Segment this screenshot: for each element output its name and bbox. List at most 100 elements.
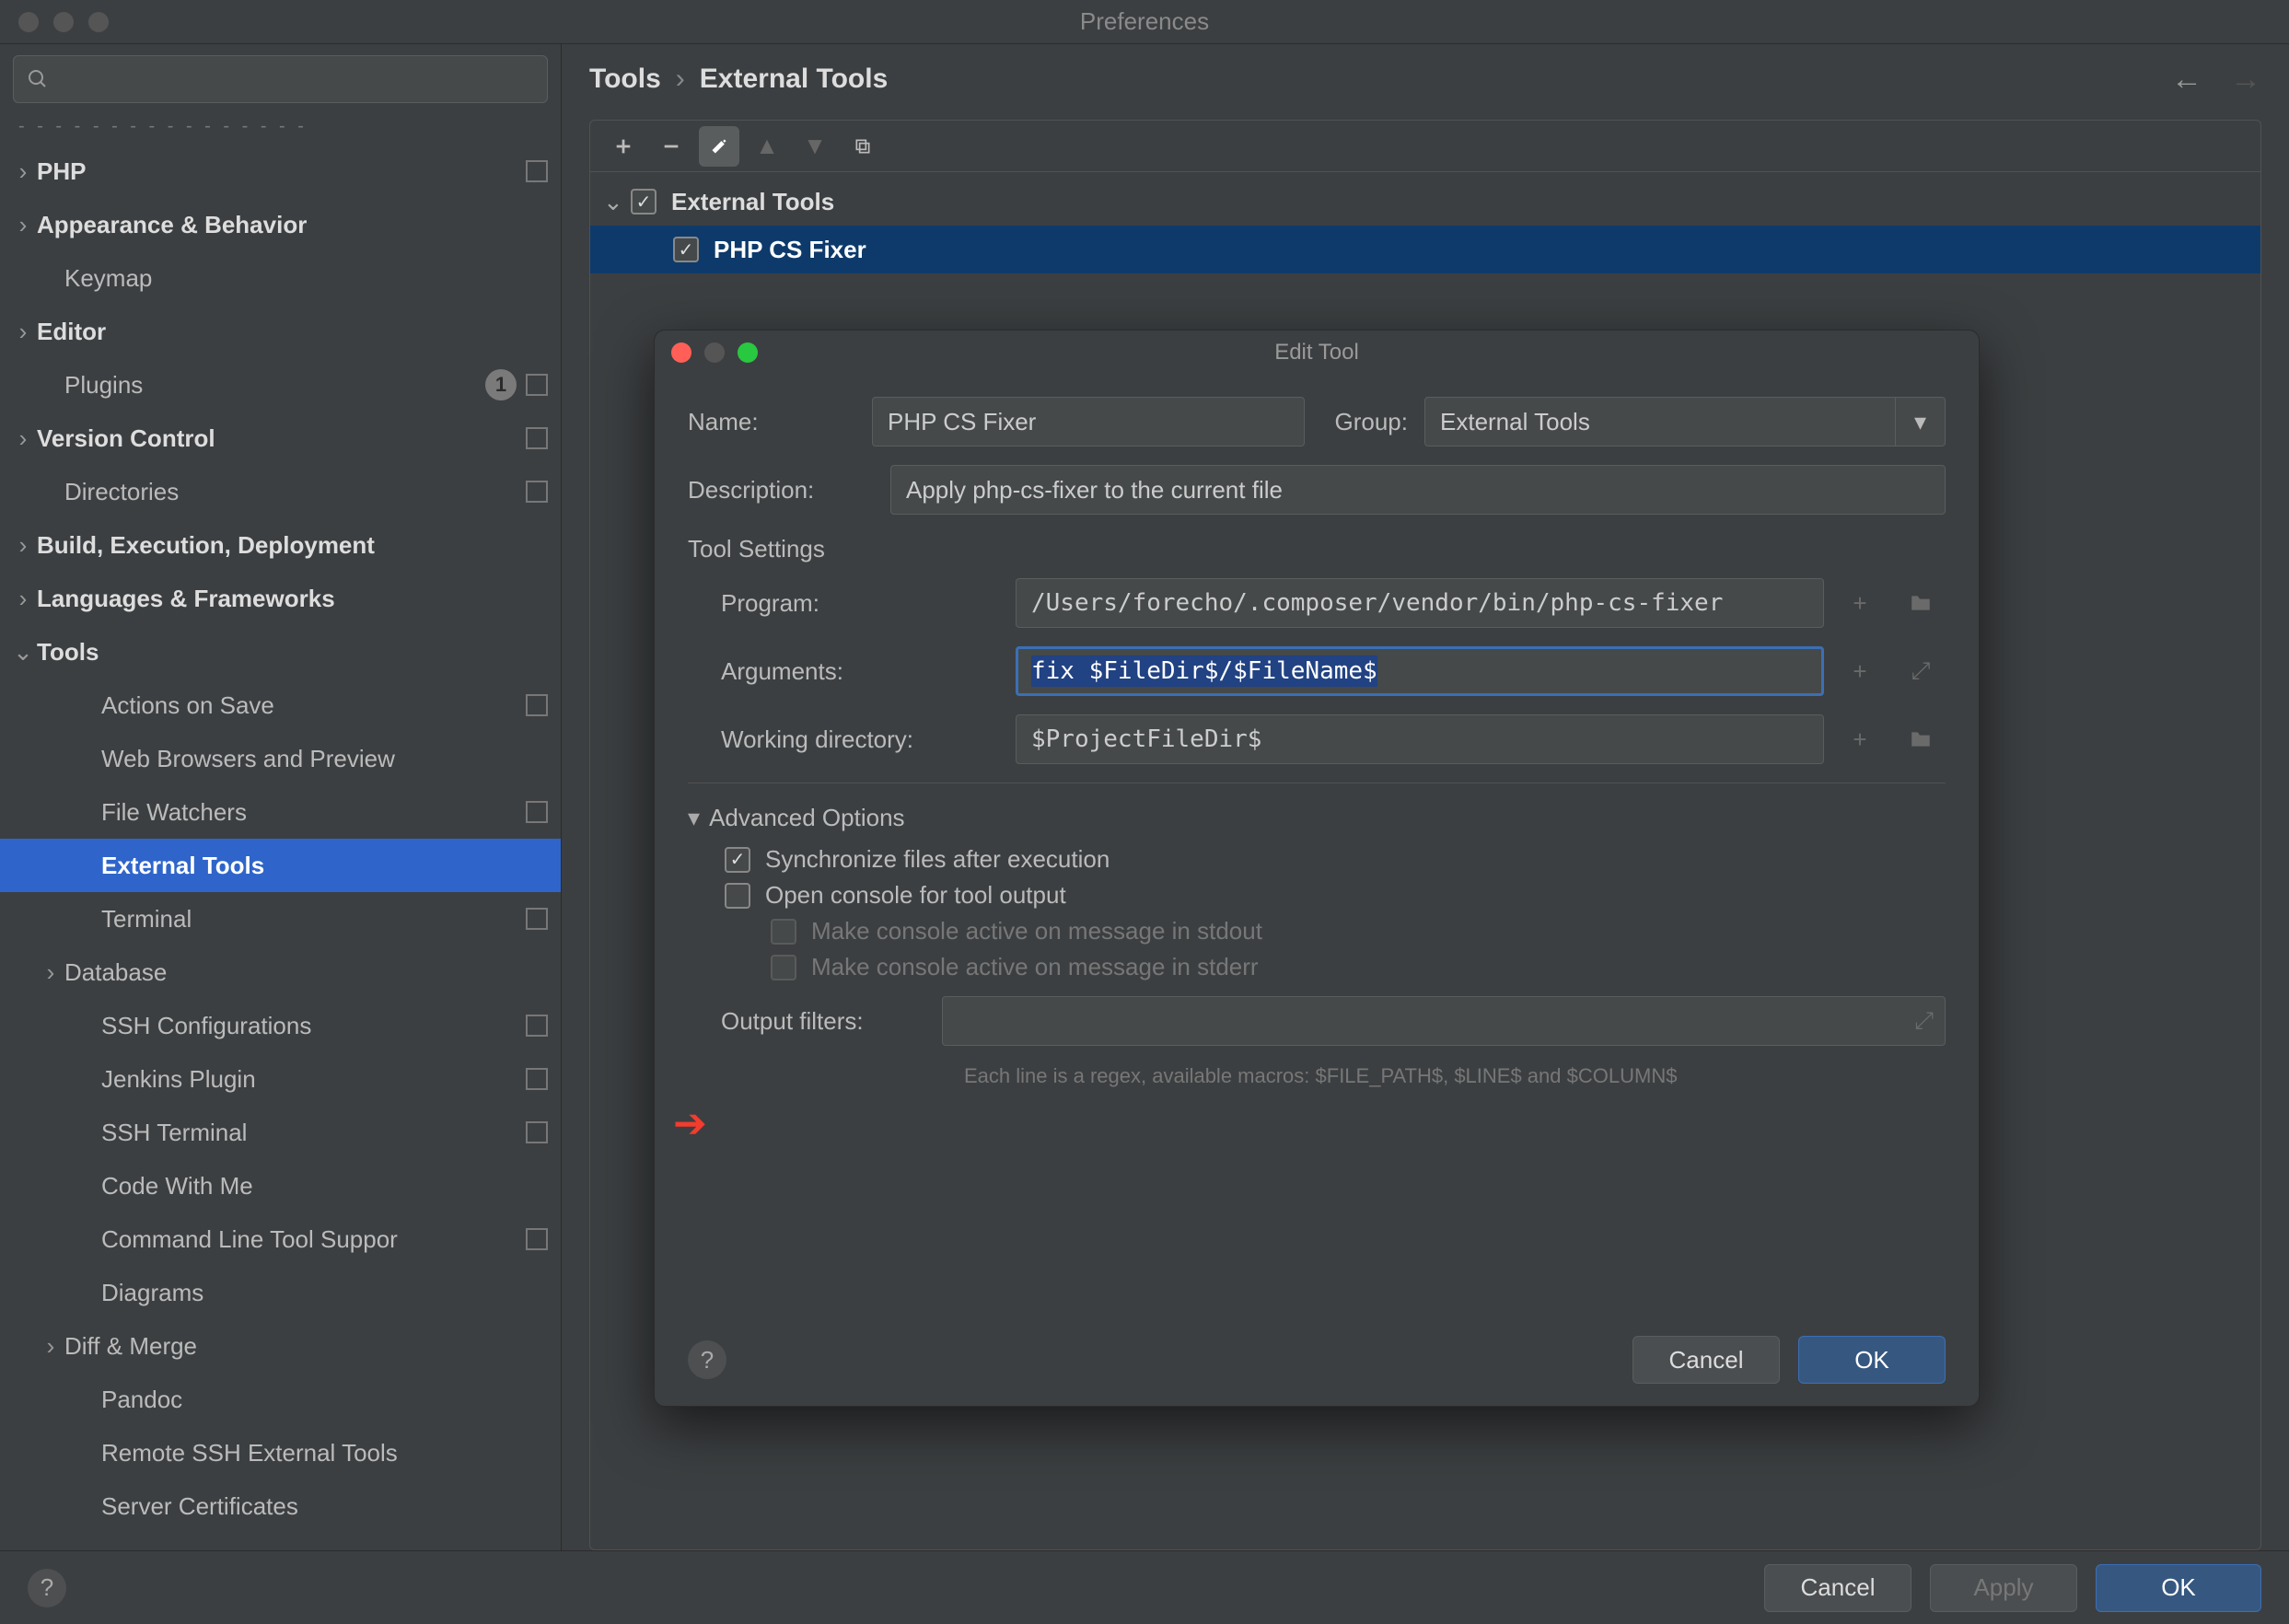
- description-value: Apply php-cs-fixer to the current file: [906, 476, 1283, 505]
- group-checkbox[interactable]: [631, 189, 656, 215]
- expand-icon[interactable]: ⤢: [1914, 1006, 1934, 1036]
- dialog-title: Edit Tool: [655, 340, 1979, 365]
- item-label: PHP CS Fixer: [714, 236, 866, 264]
- dialog-cancel-button[interactable]: Cancel: [1633, 1336, 1780, 1384]
- sidebar-item[interactable]: ›Database: [0, 945, 561, 999]
- cancel-button[interactable]: Cancel: [1764, 1564, 1911, 1612]
- description-field[interactable]: Apply php-cs-fixer to the current file: [890, 465, 1946, 515]
- dialog-close-icon[interactable]: [671, 342, 691, 363]
- traffic-max-icon[interactable]: [88, 12, 109, 32]
- sidebar-item[interactable]: File Watchers: [0, 785, 561, 839]
- advanced-options-header[interactable]: ▾ Advanced Options: [688, 783, 1946, 832]
- sidebar-item[interactable]: Jenkins Plugin: [0, 1052, 561, 1106]
- sidebar-item[interactable]: Remote SSH External Tools: [0, 1426, 561, 1479]
- sync-check-label: Synchronize files after execution: [765, 845, 1110, 874]
- sidebar-item[interactable]: Server Certificates: [0, 1479, 561, 1533]
- insert-macro-icon[interactable]: +: [1835, 578, 1885, 628]
- sidebar-item[interactable]: ›Version Control: [0, 412, 561, 465]
- sidebar-item-label: Server Certificates: [101, 1492, 548, 1521]
- sidebar-item-label: Directories: [64, 478, 517, 506]
- sidebar-item-label: SSH Configurations: [101, 1012, 517, 1040]
- search-input[interactable]: [13, 55, 548, 103]
- help-button[interactable]: ?: [28, 1569, 66, 1607]
- project-scope-icon: [526, 481, 548, 503]
- sidebar-item[interactable]: Diagrams: [0, 1266, 561, 1319]
- chevron-icon: ›: [9, 531, 37, 560]
- settings-tree[interactable]: ›PHP›Appearance & BehaviorKeymap›EditorP…: [0, 145, 561, 1550]
- sidebar-item[interactable]: Command Line Tool Suppor: [0, 1212, 561, 1266]
- sync-check-row[interactable]: Synchronize files after execution: [688, 845, 1946, 874]
- arguments-value: fix $FileDir$/$FileName$: [1031, 655, 1377, 687]
- sidebar-item[interactable]: ›Editor: [0, 305, 561, 358]
- chevron-icon: ⌄: [9, 638, 37, 667]
- sidebar-item[interactable]: Actions on Save: [0, 679, 561, 732]
- project-scope-icon: [526, 694, 548, 716]
- advanced-options-label: Advanced Options: [709, 804, 904, 832]
- sidebar-item[interactable]: Pandoc: [0, 1373, 561, 1426]
- workdir-field[interactable]: $ProjectFileDir$: [1016, 714, 1824, 764]
- sidebar-item[interactable]: ›PHP: [0, 145, 561, 198]
- stderr-check-row: Make console active on message in stderr: [688, 953, 1946, 981]
- sidebar-item[interactable]: Keymap: [0, 251, 561, 305]
- tool-settings-title: Tool Settings: [688, 535, 1946, 563]
- sidebar-item[interactable]: ⌄Tools: [0, 625, 561, 679]
- stdout-check-label: Make console active on message in stdout: [811, 917, 1262, 945]
- item-checkbox[interactable]: [673, 237, 699, 262]
- sidebar-item[interactable]: External Tools: [0, 839, 561, 892]
- ok-button[interactable]: OK: [2096, 1564, 2261, 1612]
- sidebar-item[interactable]: ›Languages & Frameworks: [0, 572, 561, 625]
- breadcrumb: Tools › External Tools ← →: [562, 44, 2289, 114]
- sidebar-item[interactable]: ›Diff & Merge: [0, 1319, 561, 1373]
- nav-back-icon[interactable]: ←: [2171, 62, 2202, 98]
- group-field[interactable]: External Tools: [1424, 397, 1896, 447]
- nav-forward-icon: →: [2230, 62, 2261, 98]
- dialog-ok-button[interactable]: OK: [1798, 1336, 1946, 1384]
- chevron-icon: ›: [37, 958, 64, 987]
- chevron-icon: ›: [9, 585, 37, 613]
- traffic-close-icon[interactable]: [18, 12, 39, 32]
- traffic-min-icon[interactable]: [53, 12, 74, 32]
- chevron-down-icon[interactable]: ⌄: [603, 188, 631, 216]
- insert-macro-icon[interactable]: +: [1835, 714, 1885, 764]
- browse-folder-icon[interactable]: [1896, 578, 1946, 628]
- tools-group-row[interactable]: ⌄ External Tools: [590, 178, 2260, 226]
- dialog-zoom-icon[interactable]: [738, 342, 758, 363]
- browse-folder-icon[interactable]: [1896, 714, 1946, 764]
- help-button[interactable]: ?: [688, 1340, 726, 1379]
- sidebar-item-label: Languages & Frameworks: [37, 585, 548, 613]
- window-titlebar: Preferences: [0, 0, 2289, 44]
- sidebar: - - - - - - - - - - - - - - - - ›PHP›App…: [0, 44, 562, 1550]
- project-scope-icon: [526, 801, 548, 823]
- sidebar-item[interactable]: Web Browsers and Preview: [0, 732, 561, 785]
- group-dropdown-button[interactable]: ▾: [1896, 397, 1946, 447]
- breadcrumb-sep-icon: ›: [661, 64, 700, 95]
- sidebar-item[interactable]: Code With Me: [0, 1159, 561, 1212]
- sidebar-item[interactable]: SSH Terminal: [0, 1106, 561, 1159]
- sidebar-item[interactable]: ›Appearance & Behavior: [0, 198, 561, 251]
- sidebar-item[interactable]: Plugins1: [0, 358, 561, 412]
- breadcrumb-root[interactable]: Tools: [589, 64, 661, 95]
- sync-checkbox[interactable]: [725, 847, 750, 873]
- program-field[interactable]: /Users/forecho/.composer/vendor/bin/php-…: [1016, 578, 1824, 628]
- sidebar-item-label: Remote SSH External Tools: [101, 1439, 548, 1467]
- insert-macro-icon[interactable]: +: [1835, 646, 1885, 696]
- open-console-check-row[interactable]: Open console for tool output: [688, 881, 1946, 910]
- arguments-field[interactable]: fix $FileDir$/$FileName$: [1016, 646, 1824, 696]
- add-button[interactable]: [603, 126, 644, 167]
- sidebar-item-label: Plugins: [64, 371, 478, 400]
- sidebar-item-label: Diff & Merge: [64, 1332, 548, 1361]
- remove-button[interactable]: [651, 126, 691, 167]
- tools-item-row[interactable]: PHP CS Fixer: [590, 226, 2260, 273]
- chevron-icon: ›: [9, 211, 37, 239]
- sidebar-item[interactable]: Directories: [0, 465, 561, 518]
- expand-icon[interactable]: ⤢: [1896, 646, 1946, 696]
- edit-button[interactable]: [699, 126, 739, 167]
- sidebar-item[interactable]: SSH Configurations: [0, 999, 561, 1052]
- sidebar-item[interactable]: ›Build, Execution, Deployment: [0, 518, 561, 572]
- copy-button[interactable]: [842, 126, 883, 167]
- open-console-checkbox[interactable]: [725, 883, 750, 909]
- sidebar-item[interactable]: Terminal: [0, 892, 561, 945]
- name-field[interactable]: PHP CS Fixer: [872, 397, 1305, 447]
- tools-list[interactable]: ⌄ External Tools PHP CS Fixer: [590, 172, 2260, 279]
- output-filters-field[interactable]: ⤢: [942, 996, 1946, 1046]
